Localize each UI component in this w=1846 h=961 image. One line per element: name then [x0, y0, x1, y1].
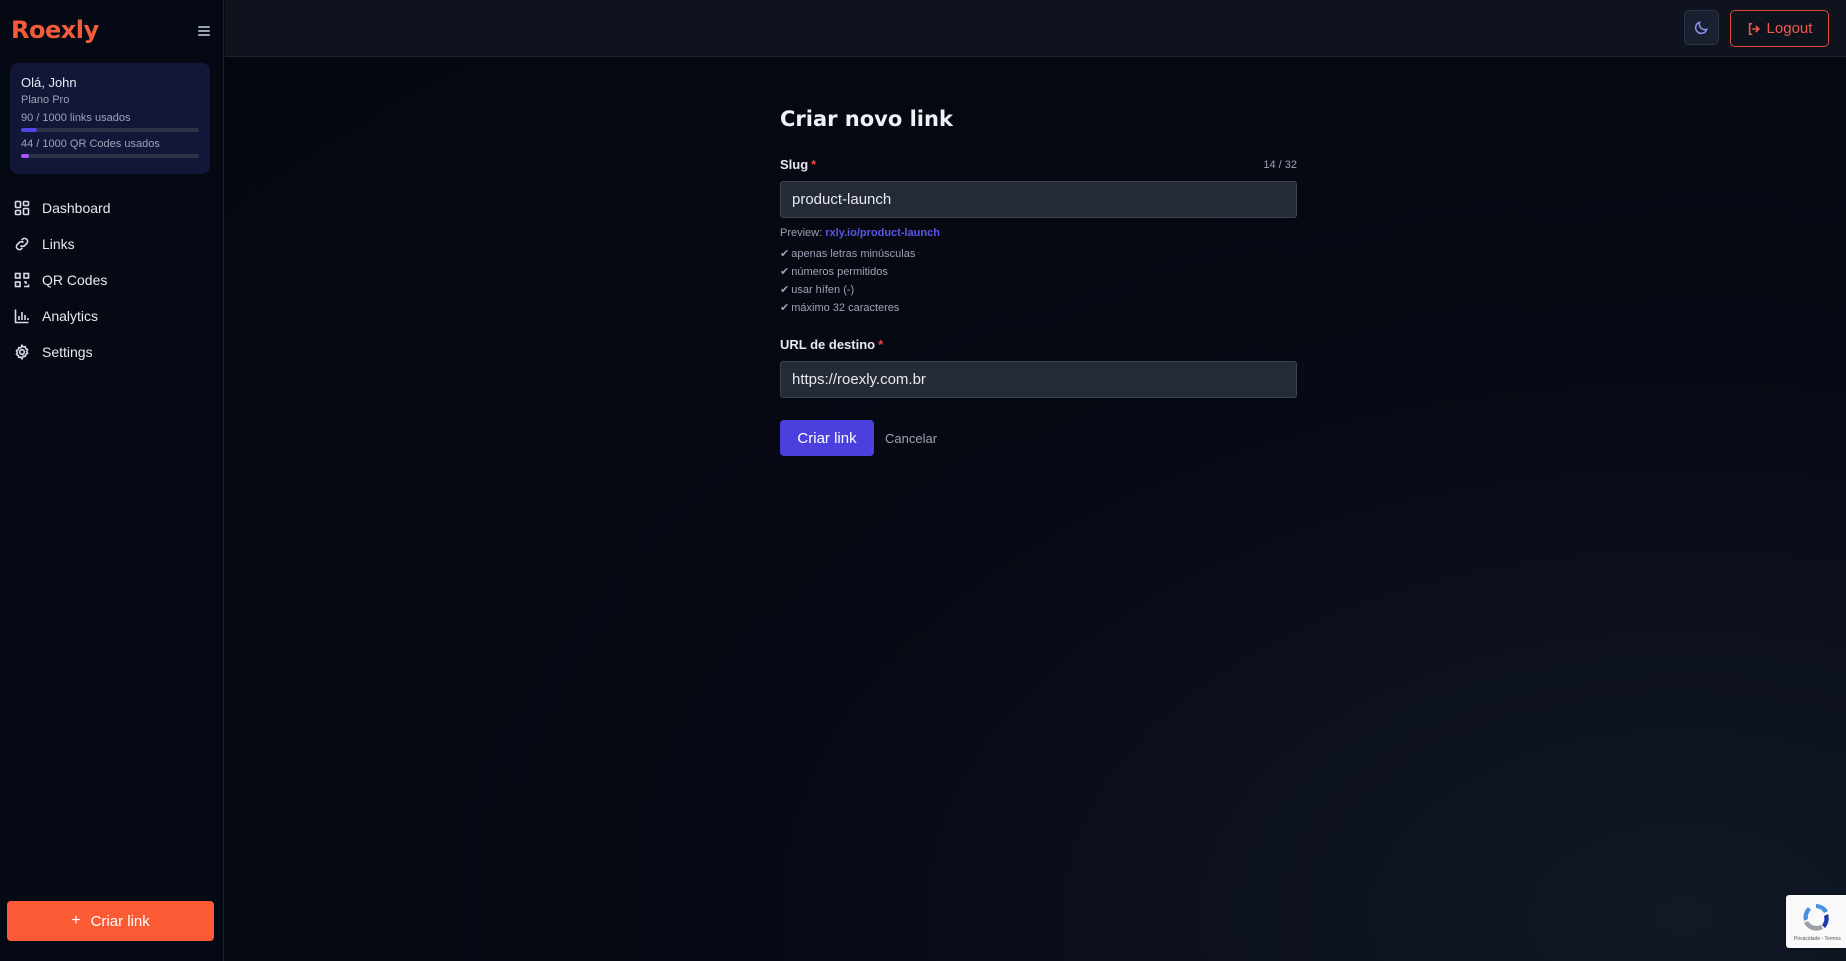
slug-label-text: Slug	[780, 157, 809, 172]
sidebar-item-settings[interactable]: Settings	[0, 334, 224, 370]
required-mark: *	[811, 157, 817, 172]
form-actions: Criar link Cancelar	[780, 420, 1297, 456]
destination-url-input[interactable]	[780, 361, 1297, 398]
qr-usage-fill	[21, 154, 29, 158]
plus-icon: +	[71, 912, 81, 929]
qr-usage-bar	[21, 154, 199, 158]
bar-chart-icon	[14, 309, 29, 324]
slug-field-header: Slug * 14 / 32	[780, 157, 1297, 172]
sidebar-item-links[interactable]: Links	[0, 226, 224, 262]
links-usage-bar	[21, 128, 199, 132]
url-label-text: URL de destino	[780, 337, 876, 352]
main-content: Criar novo link Slug* 14 / 32 Preview: r…	[225, 57, 1846, 961]
check-icon: ✔	[780, 302, 790, 314]
slug-rules: ✔ apenas letras minúsculas ✔ números permi…	[780, 245, 1297, 317]
sidebar-item-label: Analytics	[42, 308, 99, 324]
check-icon: ✔	[780, 284, 790, 296]
sidebar-create-link-label: Criar link	[90, 912, 150, 930]
logout-button[interactable]: Logout	[1730, 10, 1829, 47]
links-usage-fill	[21, 128, 38, 132]
brand-logo[interactable]: Roexly	[11, 16, 99, 44]
slug-rule: ✔ números permitidos	[780, 266, 888, 278]
slug-rule: ✔ apenas letras minúsculas	[780, 248, 916, 260]
logout-label: Logout	[1766, 20, 1813, 37]
user-greeting: Olá, John	[21, 75, 77, 90]
moon-icon	[1694, 21, 1708, 35]
user-plan: Plano Pro	[21, 94, 70, 106]
qr-usage-label: 44 / 1000 QR Codes usados	[21, 138, 160, 150]
top-header: Logout	[225, 0, 1846, 57]
slug-preview: Preview: rxly.io/product-launch	[780, 227, 1297, 239]
slug-label: Slug *	[780, 157, 816, 172]
recaptcha-icon	[1803, 904, 1829, 931]
recaptcha-badge[interactable]: Privacidade - Termos	[1786, 895, 1846, 948]
links-usage-label: 90 / 1000 links usados	[21, 112, 131, 124]
preview-url[interactable]: rxly.io/product-launch	[825, 227, 940, 239]
check-icon: ✔	[780, 266, 790, 278]
sidebar-item-label: QR Codes	[42, 272, 108, 288]
url-field-header: URL de destino *	[780, 337, 1297, 352]
create-link-form: Criar novo link Slug* 14 / 32 Preview: r…	[780, 107, 1297, 456]
slug-rule: ✔ usar hífen (-)	[780, 284, 855, 296]
sidebar-item-label: Links	[42, 236, 75, 252]
page-title: Criar novo link	[780, 107, 953, 131]
theme-toggle-button[interactable]	[1684, 10, 1719, 45]
menu-toggle-icon[interactable]	[198, 26, 210, 38]
sidebar-item-label: Settings	[42, 344, 93, 360]
required-mark: *	[878, 337, 884, 352]
sidebar-item-qr-codes[interactable]: QR Codes	[0, 262, 224, 298]
logout-icon	[1748, 22, 1760, 35]
url-label: URL de destino *	[780, 337, 883, 352]
sidebar-nav: Dashboard Links QR Codes Analytics Setti…	[0, 190, 224, 370]
link-icon	[15, 237, 29, 251]
create-link-button[interactable]: Criar link	[780, 420, 874, 456]
cancel-button[interactable]: Cancelar	[885, 431, 937, 446]
qr-code-icon	[14, 272, 30, 288]
slug-input[interactable]	[780, 181, 1297, 218]
dashboard-icon	[14, 200, 30, 216]
check-icon: ✔	[780, 248, 790, 260]
slug-rule: ✔ máximo 32 caracteres	[780, 302, 900, 314]
sidebar-item-dashboard[interactable]: Dashboard	[0, 190, 224, 226]
sidebar-item-analytics[interactable]: Analytics	[0, 298, 224, 334]
sidebar-item-label: Dashboard	[42, 200, 111, 216]
user-card: Olá, John Plano Pro 90 / 1000 links usad…	[10, 63, 210, 174]
preview-label: Preview:	[780, 227, 823, 239]
recaptcha-terms[interactable]: Privacidade - Termos	[1794, 936, 1841, 942]
gear-icon	[15, 344, 29, 360]
sidebar: Roexly Olá, John Plano Pro 90 / 1000 lin…	[0, 0, 224, 961]
sidebar-create-link-button[interactable]: + Criar link	[7, 901, 214, 941]
slug-char-counter: 14 / 32	[1263, 158, 1297, 171]
